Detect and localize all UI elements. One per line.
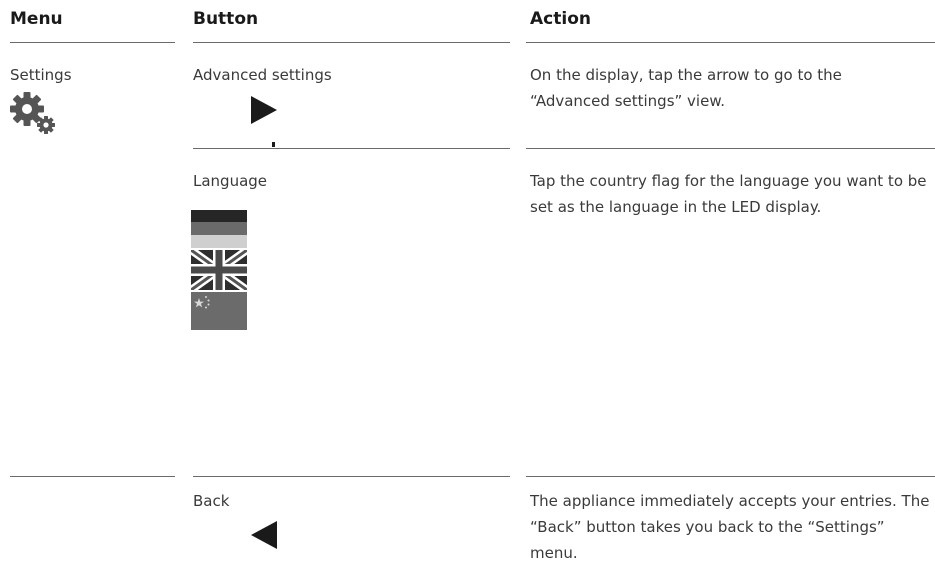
action-advanced-settings: On the display, tap the arrow to go to t… bbox=[530, 66, 842, 110]
arrow-left-icon[interactable] bbox=[251, 521, 277, 549]
play-arrow-right-icon[interactable] bbox=[251, 96, 277, 124]
tick-mark bbox=[272, 142, 275, 147]
header-button: Button bbox=[193, 9, 259, 29]
row-rule-button-2 bbox=[193, 476, 510, 477]
menu-settings-label: Settings bbox=[10, 66, 72, 84]
header-rule-action bbox=[526, 42, 935, 43]
advanced-settings-label: Advanced settings bbox=[193, 66, 332, 84]
german-flag-icon[interactable] bbox=[191, 210, 247, 248]
action-language: Tap the country flag for the language yo… bbox=[530, 172, 927, 216]
language-label: Language bbox=[193, 172, 268, 190]
row-rule-menu-2 bbox=[10, 476, 175, 477]
row-rule-action-2 bbox=[526, 476, 935, 477]
header-rule-menu bbox=[10, 42, 175, 43]
header-action: Action bbox=[530, 9, 591, 29]
row-rule-button-1 bbox=[193, 148, 510, 149]
china-flag-icon[interactable] bbox=[191, 292, 247, 330]
row-rule-action-1 bbox=[526, 148, 935, 149]
header-menu: Menu bbox=[10, 9, 63, 29]
action-back: The appliance immediately accepts your e… bbox=[530, 492, 930, 562]
uk-flag-icon[interactable] bbox=[188, 246, 250, 294]
header-rule-button bbox=[193, 42, 510, 43]
gears-icon bbox=[10, 92, 60, 136]
back-label: Back bbox=[193, 492, 230, 510]
